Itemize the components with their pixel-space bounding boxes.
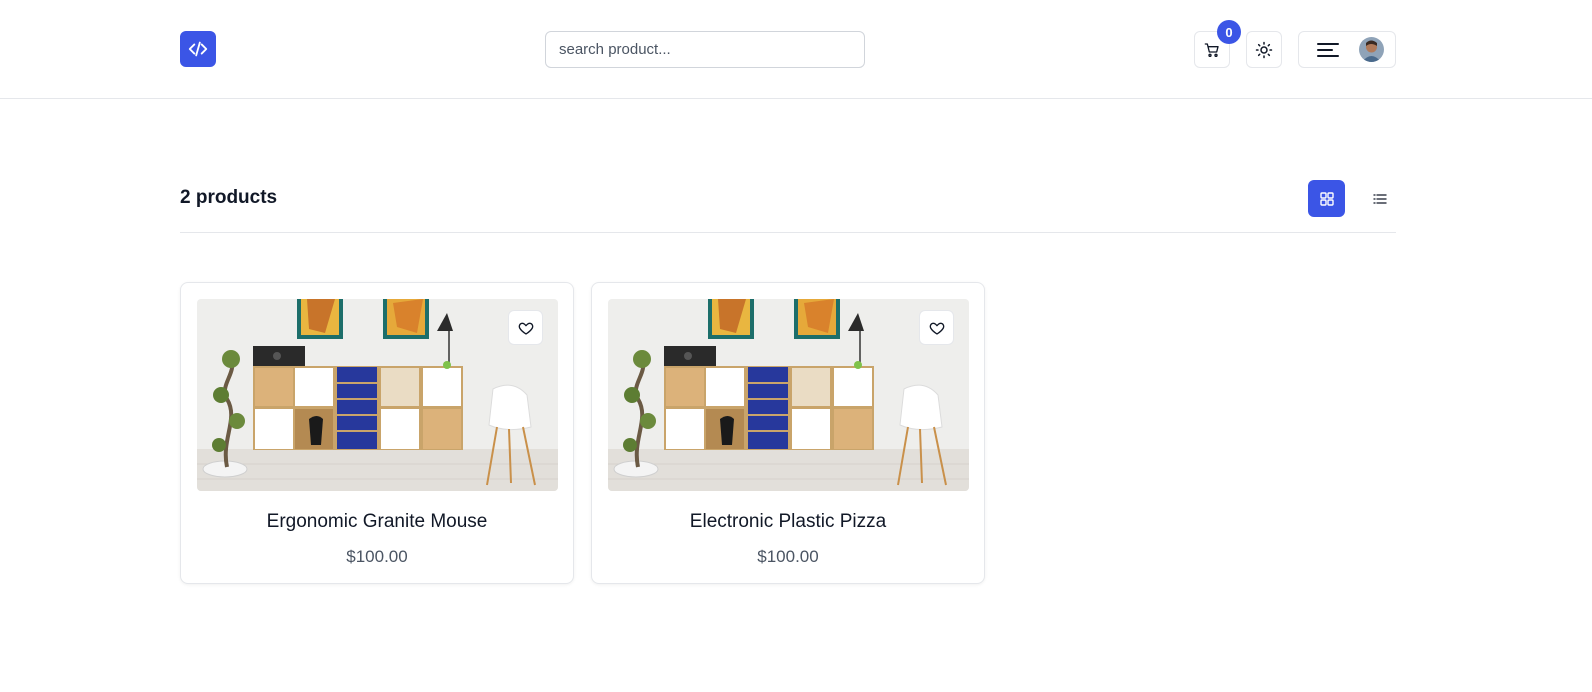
product-image[interactable] [608,299,969,491]
product-card[interactable]: Ergonomic Granite Mouse $100.00 [180,282,574,584]
grid-icon [1319,191,1334,206]
top-header: 0 [0,0,1592,99]
sun-icon [1255,41,1273,58]
product-price: $100.00 [346,547,408,566]
list-icon [1372,193,1387,204]
heart-icon [518,322,533,335]
logo-button[interactable] [180,31,216,67]
favorite-button[interactable] [508,310,543,345]
search-input[interactable] [545,31,865,68]
grid-view-button[interactable] [1308,180,1345,217]
theme-toggle-button[interactable] [1246,31,1282,68]
cart-icon [1204,42,1219,57]
menu-icon [1317,42,1339,57]
list-view-button[interactable] [1361,180,1398,217]
product-title[interactable]: Electronic Plastic Pizza [592,511,984,533]
product-title[interactable]: Ergonomic Granite Mouse [181,511,573,533]
code-icon [188,41,208,57]
product-card[interactable]: Electronic Plastic Pizza $100.00 [591,282,985,584]
avatar [1359,37,1384,62]
section-divider [180,232,1396,233]
heart-icon [929,322,944,335]
product-count: 2 products [180,187,278,208]
favorite-button[interactable] [919,310,954,345]
cart-count-badge: 0 [1217,20,1241,44]
product-image[interactable] [197,299,558,491]
product-price: $100.00 [757,547,819,566]
user-menu-button[interactable] [1298,31,1396,68]
